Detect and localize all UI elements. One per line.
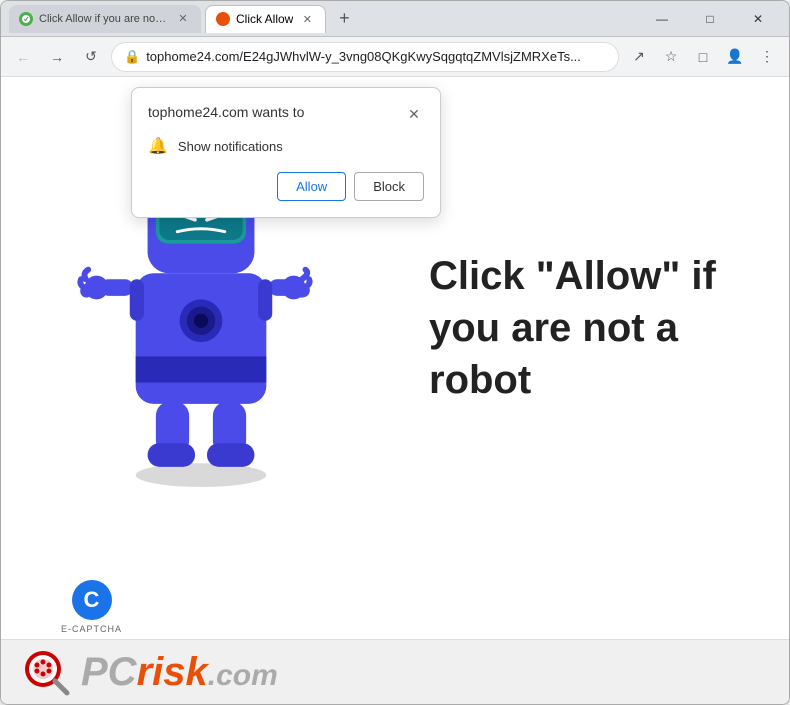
ecaptcha-label: E-CAPTCHA	[61, 624, 122, 634]
window-controls: — □ ✕	[639, 4, 781, 34]
forward-button[interactable]: →	[43, 43, 71, 71]
tab-1-close[interactable]: ✕	[175, 11, 191, 27]
pcrisk-icon	[21, 647, 71, 697]
popup-title: tophome24.com wants to	[148, 104, 304, 120]
extension-button[interactable]: □	[689, 43, 717, 71]
tab-2-label: Click Allow	[236, 12, 293, 26]
block-button[interactable]: Block	[354, 172, 424, 201]
allow-button[interactable]: Allow	[277, 172, 346, 201]
click-allow-text: Click "Allow" if you are not a robot	[429, 250, 759, 406]
address-bar[interactable]: 🔒 tophome24.com/E24gJWhvlW-y_3vng08QKgKw…	[111, 42, 619, 72]
bell-icon: 🔔	[148, 136, 168, 156]
address-text: tophome24.com/E24gJWhvlW-y_3vng08QKgKwyS…	[146, 49, 606, 64]
popup-buttons: Allow Block	[148, 172, 424, 201]
title-bar: Click Allow if you are not a robot ✕ Cli…	[1, 1, 789, 37]
minimize-button[interactable]: —	[639, 4, 685, 34]
notification-popup: tophome24.com wants to ✕ 🔔 Show notifica…	[131, 87, 441, 218]
pcrisk-com: .com	[208, 659, 278, 692]
ecaptcha-icon: C	[72, 580, 112, 620]
permission-text: Show notifications	[178, 139, 283, 154]
popup-close-button[interactable]: ✕	[404, 104, 424, 124]
nav-bar: ← → ↺ 🔒 tophome24.com/E24gJWhvlW-y_3vng0…	[1, 37, 789, 77]
tab-1-label: Click Allow if you are not a robot	[39, 13, 169, 25]
page-content: tophome24.com wants to ✕ 🔔 Show notifica…	[1, 77, 789, 704]
lock-icon: 🔒	[124, 49, 140, 65]
menu-button[interactable]: ⋮	[753, 43, 781, 71]
tab-2-favicon	[216, 12, 230, 26]
popup-permission: 🔔 Show notifications	[148, 136, 424, 156]
tab-2[interactable]: Click Allow ✕	[205, 5, 326, 33]
bookmark-button[interactable]: ☆	[657, 43, 685, 71]
tab-1[interactable]: Click Allow if you are not a robot ✕	[9, 5, 201, 33]
share-button[interactable]: ↗	[625, 43, 653, 71]
new-tab-button[interactable]: +	[330, 5, 358, 33]
pcrisk-risk: risk	[137, 650, 208, 694]
back-button[interactable]: ←	[9, 43, 37, 71]
refresh-button[interactable]: ↺	[77, 43, 105, 71]
pcrisk-footer: PCrisk.com	[1, 639, 789, 704]
main-content: tophome24.com wants to ✕ 🔔 Show notifica…	[1, 77, 789, 704]
pcrisk-pc: PC	[81, 650, 137, 694]
maximize-button[interactable]: □	[687, 4, 733, 34]
pcrisk-text: PCrisk.com	[81, 650, 278, 695]
tab-1-favicon	[19, 12, 33, 26]
profile-button[interactable]: 👤	[721, 43, 749, 71]
browser-window: Click Allow if you are not a robot ✕ Cli…	[0, 0, 790, 705]
close-button[interactable]: ✕	[735, 4, 781, 34]
ecaptcha-logo: C E-CAPTCHA	[61, 580, 122, 634]
nav-actions: ↗ ☆ □ 👤 ⋮	[625, 43, 781, 71]
popup-header: tophome24.com wants to ✕	[148, 104, 424, 124]
tab-2-close[interactable]: ✕	[299, 11, 315, 27]
